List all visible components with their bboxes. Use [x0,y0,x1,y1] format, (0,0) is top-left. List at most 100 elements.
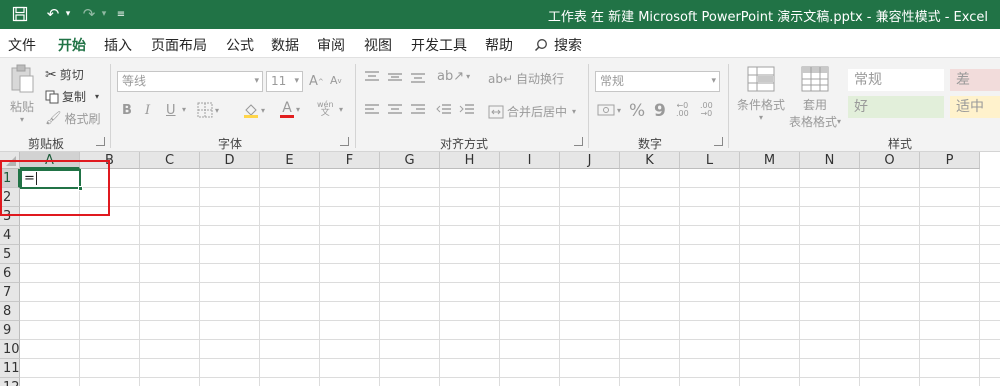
bottom-align-button[interactable] [410,70,426,84]
copy-button[interactable]: 复制 ▾ [45,88,99,105]
chevron-down-icon: ▾ [617,105,622,115]
column-gridline [499,169,500,386]
align-right-button[interactable] [410,103,426,117]
increase-decimal-button[interactable]: ←0.00 [676,102,689,118]
phonetic-button[interactable]: wén 文 [317,100,334,118]
row-header[interactable]: 12 [0,378,20,386]
format-as-table-label-2: 表格格式 [788,115,837,129]
decrease-font-size-button[interactable]: Av [330,74,342,87]
worksheet-grid[interactable]: ABCDEFGHIJKLMNOP 123456789101112 = [0,152,1000,386]
row-header[interactable]: 5 [0,245,20,264]
tab-insert[interactable]: 插入 [104,35,132,55]
underline-dropdown-icon[interactable]: ▾ [182,105,186,114]
column-header[interactable]: C [140,152,200,169]
tab-file[interactable]: 文件 [8,35,36,55]
tab-home[interactable]: 开始 [57,35,87,60]
fill-bucket-icon [244,104,258,118]
row-gridline [20,187,1000,188]
comma-style-button[interactable]: 9 [654,101,666,121]
column-header[interactable]: H [440,152,500,169]
top-align-button[interactable] [364,70,380,84]
tab-page-layout[interactable]: 页面布局 [151,35,207,55]
annotation-highlight-box [0,160,110,216]
format-painter-button[interactable]: 🖌 格式刷 [45,110,101,127]
chevron-down-icon: ▾ [711,76,716,86]
font-color-dropdown-icon[interactable]: ▾ [296,105,300,114]
column-header[interactable]: F [320,152,380,169]
tab-help[interactable]: 帮助 [485,35,513,55]
clipboard-group-label: 剪贴板 [27,137,64,151]
search-label: 搜索 [554,38,582,54]
row-header[interactable]: 6 [0,264,20,283]
tab-view[interactable]: 视图 [364,35,392,55]
font-launcher-icon[interactable] [340,137,349,146]
paste-button[interactable]: 粘贴 ▾ [8,64,36,124]
column-header[interactable]: D [200,152,260,169]
undo-icon[interactable]: ↶ [42,4,64,24]
accounting-format-button[interactable]: ▾ [597,103,621,117]
row-gridline [20,320,1000,321]
font-size-select[interactable]: 11 ▾ [266,71,303,92]
column-header[interactable]: N [800,152,860,169]
save-icon[interactable] [8,4,32,24]
phonetic-dropdown-icon[interactable]: ▾ [339,105,343,114]
cell-style-good[interactable]: 好 [848,96,944,118]
borders-button[interactable]: ▾ [197,102,219,118]
format-as-table-button[interactable]: 套用 表格格式 ▾ [787,66,843,130]
row-header[interactable]: 10 [0,340,20,359]
redo-icon[interactable]: ↷ [78,4,100,24]
decrease-decimal-button[interactable]: .00 →0 [700,102,713,118]
cell-style-bad[interactable]: 差 [950,69,1000,91]
undo-dropdown-icon[interactable]: ▾ [62,4,74,24]
column-header[interactable]: K [620,152,680,169]
column-header[interactable]: L [680,152,740,169]
search-box[interactable]: 搜索 [534,35,582,55]
align-left-button[interactable] [364,103,380,117]
align-center-button[interactable] [387,103,403,117]
column-header[interactable]: E [260,152,320,169]
number-launcher-icon[interactable] [714,137,723,146]
decrease-indent-button[interactable] [436,103,452,117]
row-header[interactable]: 7 [0,283,20,302]
underline-button[interactable]: U [166,103,176,118]
column-header[interactable]: G [380,152,440,169]
tab-developer[interactable]: 开发工具 [411,35,467,55]
column-header[interactable]: J [560,152,620,169]
column-header[interactable]: P [920,152,980,169]
column-header[interactable]: I [500,152,560,169]
middle-align-button[interactable] [387,70,403,84]
customize-quick-access-icon[interactable]: ≡ [114,4,128,24]
column-header[interactable]: O [860,152,920,169]
cell-style-normal[interactable]: 常规 [848,69,944,91]
cell-style-neutral[interactable]: 适中 [950,96,1000,118]
percent-style-button[interactable]: % [629,101,645,121]
fill-color-button[interactable]: ▾ [243,102,265,118]
row-header[interactable]: 9 [0,321,20,340]
cut-button[interactable]: ✂ 剪切 [45,66,84,83]
tab-data[interactable]: 数据 [271,35,299,55]
redo-dropdown-icon[interactable]: ▾ [98,4,110,24]
decimal-arrow-icon: →0 [700,109,713,118]
increase-indent-button[interactable] [459,103,475,117]
font-name-select[interactable]: 等线 ▾ [117,71,263,92]
bold-button[interactable]: B [122,103,132,118]
tab-formulas[interactable]: 公式 [226,35,254,55]
alignment-launcher-icon[interactable] [574,137,583,146]
row-header[interactable]: 8 [0,302,20,321]
number-format-select[interactable]: 常规 ▾ [595,71,720,92]
column-header[interactable]: M [740,152,800,169]
wrap-text-button[interactable]: ab↵ 自动换行 [488,70,564,87]
align-top-icon [365,71,379,81]
conditional-format-button[interactable]: 条件格式 ▾ [735,66,787,122]
italic-button[interactable]: I [145,103,150,118]
row-header[interactable]: 4 [0,226,20,245]
increase-font-size-button[interactable]: A ^ [309,74,324,89]
clipboard-launcher-icon[interactable] [96,137,105,146]
font-color-glyph: A [282,100,292,116]
orientation-button[interactable]: ab↗ ▾ [437,69,470,84]
tab-review[interactable]: 审阅 [317,35,345,55]
font-color-button[interactable]: A [280,101,294,118]
row-header[interactable]: 11 [0,359,20,378]
merge-center-button[interactable]: 合并后居中 ▾ [488,103,576,120]
group-divider [355,64,356,148]
